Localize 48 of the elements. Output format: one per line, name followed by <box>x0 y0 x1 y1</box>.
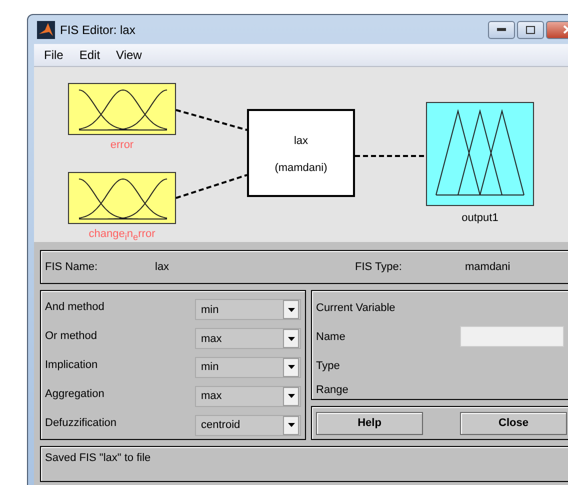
menu-item[interactable]: File <box>38 46 70 64</box>
minimize-icon <box>497 28 506 32</box>
menu-item[interactable]: Edit <box>73 46 106 64</box>
connector-line <box>355 155 426 157</box>
field-label: FIS Name: <box>45 261 99 273</box>
maximize-icon <box>526 26 535 34</box>
fis-system-box[interactable]: lax (mamdani) <box>247 109 355 197</box>
status-message: Saved FIS "lax" to file <box>45 452 151 464</box>
method-label: Implication <box>45 358 98 371</box>
dropdown-arrow-icon <box>288 336 294 341</box>
output-membership-plot[interactable] <box>426 102 534 206</box>
input-membership-plot[interactable] <box>68 172 176 224</box>
action-button[interactable]: Help <box>316 412 423 434</box>
method-label: Defuzzification <box>45 416 117 429</box>
dropdown-arrow-icon <box>288 394 294 398</box>
section-title: Current Variable <box>316 302 396 314</box>
method-label: Or method <box>45 330 97 342</box>
field-label: Type <box>316 360 341 372</box>
method-label: And method <box>45 301 104 314</box>
system-type: (mamdani) <box>274 162 328 174</box>
maximize-button[interactable] <box>517 20 544 38</box>
connector-line <box>176 174 248 199</box>
dropdown-arrow-icon <box>288 365 294 370</box>
input-membership-plot[interactable] <box>68 83 176 135</box>
dropdown-arrow-icon <box>288 308 294 312</box>
method-dropdown[interactable]: centroid <box>195 414 301 436</box>
connector-line <box>176 109 248 131</box>
field-label: Name <box>316 330 346 343</box>
app-logo-icon <box>37 20 55 38</box>
method-label: Aggregation <box>45 388 104 400</box>
field-value: lax <box>155 261 170 273</box>
action-button[interactable]: Close <box>460 412 567 434</box>
method-dropdown[interactable]: min <box>195 299 301 320</box>
input-label: error <box>109 139 135 151</box>
method-dropdown[interactable]: max <box>195 386 301 407</box>
minimize-button[interactable] <box>488 20 515 38</box>
method-dropdown[interactable]: max <box>195 328 301 350</box>
name-input-field[interactable] <box>460 326 564 348</box>
field-label: Range <box>316 384 350 396</box>
system-name: lax <box>294 135 308 147</box>
field-value: mamdani <box>465 261 512 273</box>
menu-item[interactable]: View <box>110 46 148 64</box>
field-label: FIS Type: <box>355 261 403 273</box>
window-title: FIS Editor: lax <box>60 22 136 36</box>
input-label: change$_{i}$n$_{e}$rror <box>88 228 156 242</box>
output-label: output1 <box>460 212 500 224</box>
method-dropdown[interactable]: min <box>195 356 301 378</box>
dropdown-arrow-icon <box>288 423 294 428</box>
